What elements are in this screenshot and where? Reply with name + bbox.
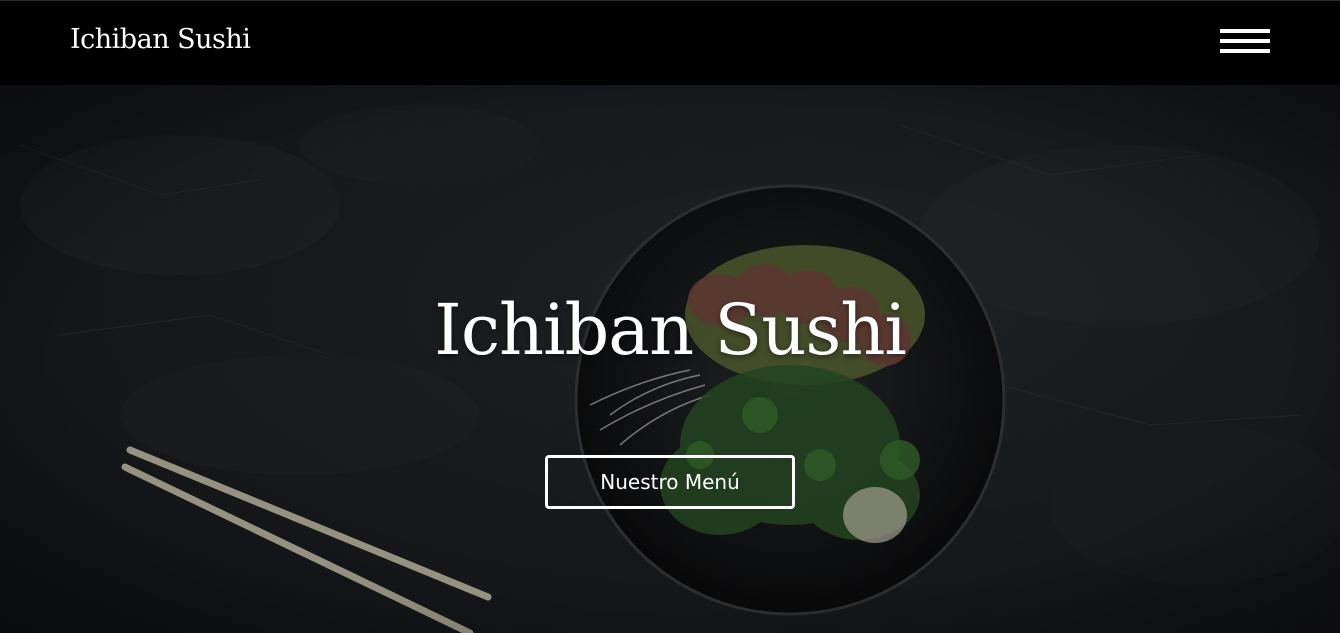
hero-section: Ichiban Sushi Nuestro Menú (0, 85, 1340, 633)
navbar: Ichiban Sushi (0, 0, 1340, 85)
brand-logo-link[interactable]: Ichiban Sushi (70, 22, 251, 58)
hero-title: Ichiban Sushi (434, 289, 907, 371)
hamburger-menu-icon[interactable] (1220, 29, 1270, 55)
our-menu-button[interactable]: Nuestro Menú (545, 455, 795, 509)
